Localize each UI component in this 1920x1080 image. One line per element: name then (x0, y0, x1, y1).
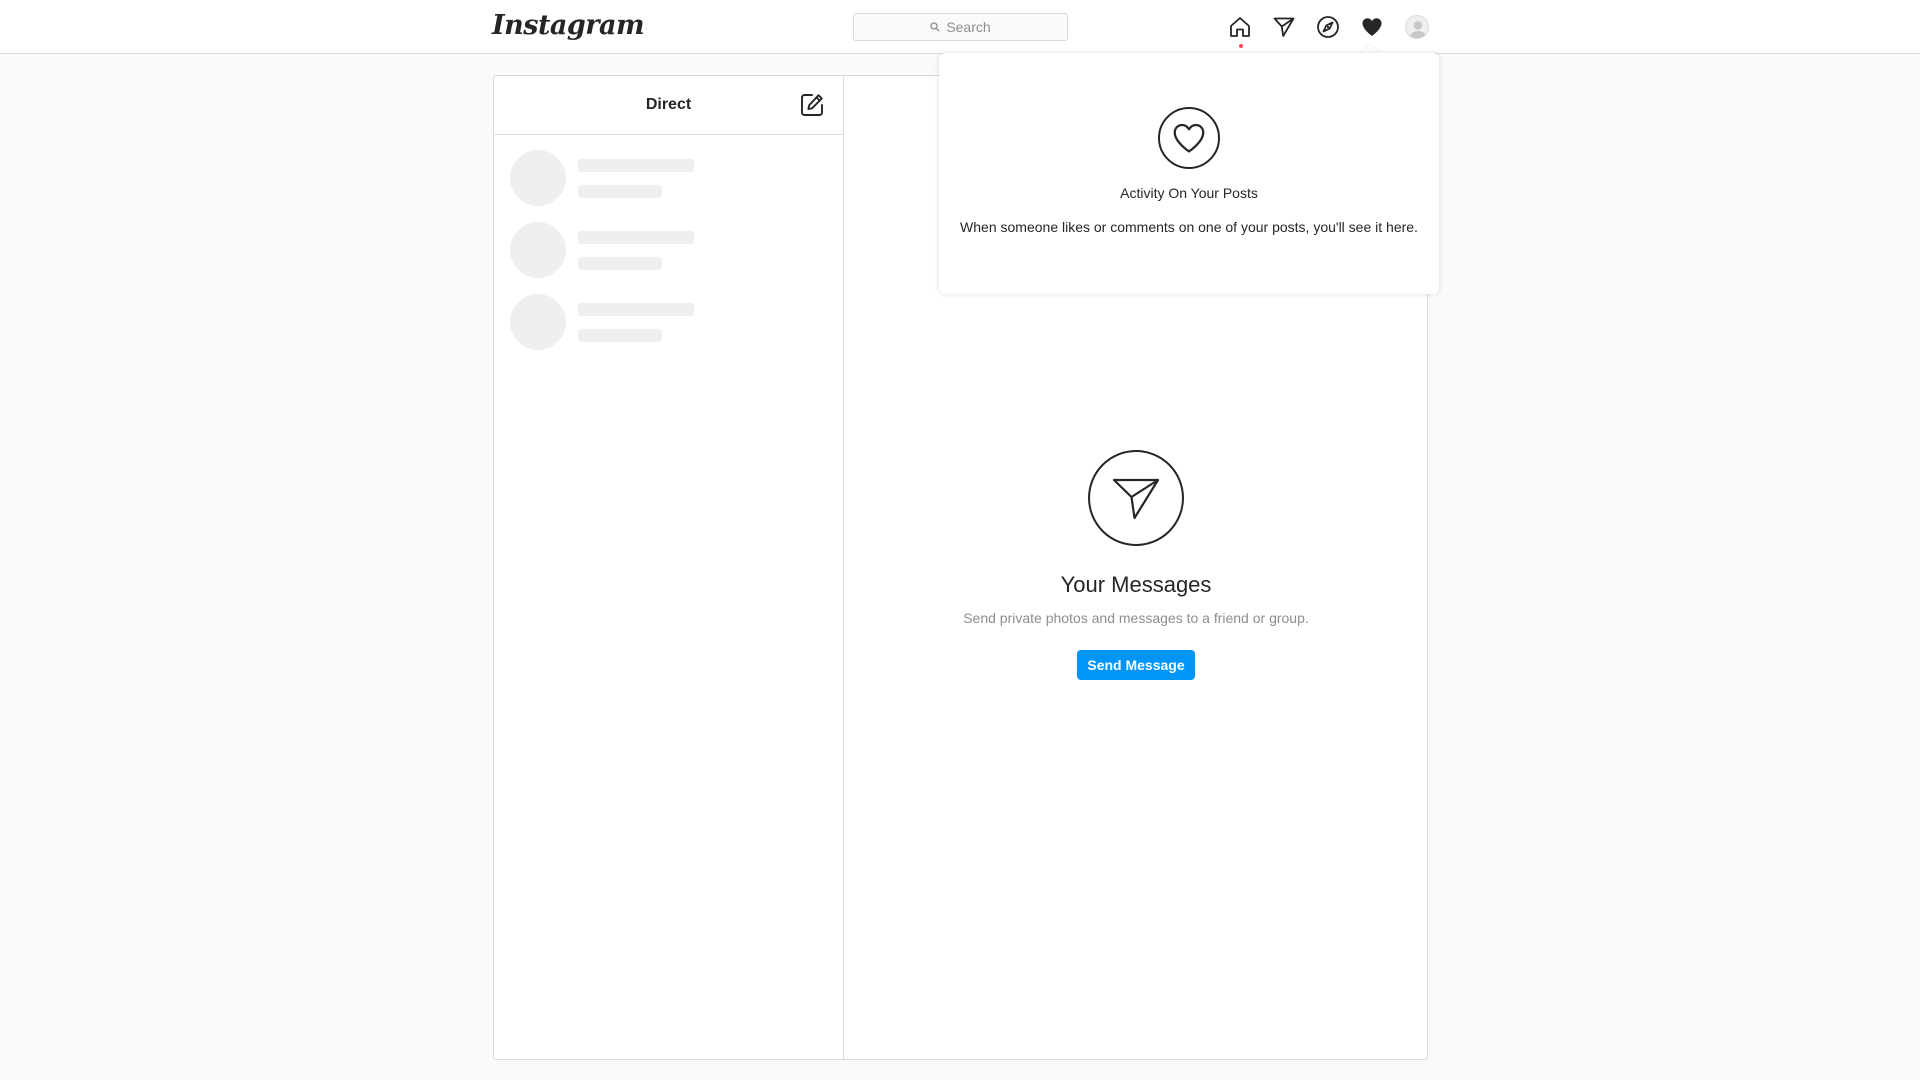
skeleton-line (578, 257, 662, 270)
skeleton-avatar (510, 294, 566, 350)
thread-skeleton-row (494, 279, 843, 351)
skeleton-avatar (510, 150, 566, 206)
home-icon[interactable] (1227, 14, 1253, 40)
activity-title: Activity On Your Posts (1120, 185, 1258, 201)
instagram-logo[interactable]: Instagram (492, 10, 645, 41)
skeleton-line (578, 303, 694, 316)
thread-skeleton-row (494, 135, 843, 207)
activity-popover: Activity On Your Posts When someone like… (939, 53, 1439, 294)
skeleton-line (578, 185, 662, 198)
activity-empty-state: Activity On Your Posts When someone like… (939, 107, 1439, 235)
send-message-button[interactable]: Send Message (1077, 650, 1195, 680)
heart-outline-icon (1158, 107, 1220, 169)
thread-skeleton-row (494, 207, 843, 279)
search-icon (930, 22, 940, 32)
top-nav-bar: Instagram Search (0, 0, 1920, 54)
skeleton-line (578, 159, 694, 172)
skeleton-avatar (510, 222, 566, 278)
default-avatar-icon (1409, 21, 1427, 38)
direct-title: Direct (645, 96, 692, 113)
thread-list-panel: Direct (494, 76, 844, 1059)
activity-heart-icon[interactable] (1359, 14, 1385, 40)
empty-state-subtitle: Send private photos and messages to a fr… (963, 610, 1309, 626)
messages-empty-state: Your Messages Send private photos and me… (845, 450, 1427, 680)
direct-icon[interactable] (1271, 14, 1297, 40)
empty-state-title: Your Messages (1060, 572, 1212, 597)
thread-list-header: Direct (494, 76, 843, 135)
skeleton-line (578, 231, 694, 244)
search-placeholder: Search (946, 19, 991, 35)
new-message-icon[interactable] (799, 92, 825, 118)
explore-icon[interactable] (1315, 14, 1341, 40)
search-input[interactable]: Search (853, 13, 1068, 41)
home-notification-dot (1239, 44, 1243, 48)
activity-message: When someone likes or comments on one of… (960, 219, 1418, 235)
paper-plane-icon (1088, 450, 1184, 546)
profile-avatar[interactable] (1405, 15, 1429, 39)
skeleton-line (578, 329, 662, 342)
